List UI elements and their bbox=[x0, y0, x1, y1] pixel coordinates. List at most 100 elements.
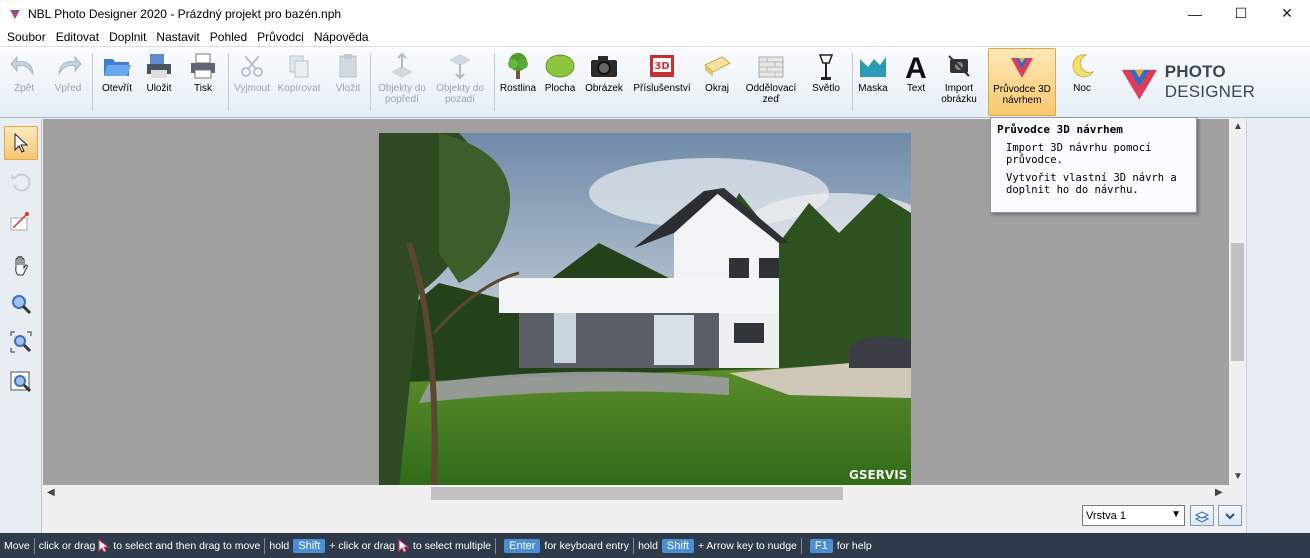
cursor-arrow-icon bbox=[14, 132, 29, 153]
status-separator bbox=[33, 537, 35, 554]
edge-button[interactable]: Okraj bbox=[700, 50, 734, 94]
light-button[interactable]: Světlo bbox=[806, 50, 846, 94]
brick-wall-icon bbox=[755, 50, 787, 82]
pan-tool[interactable] bbox=[4, 249, 38, 283]
partition-wall-button[interactable]: Oddělovací zeď bbox=[744, 50, 798, 105]
rotate-tool[interactable] bbox=[4, 165, 38, 199]
selection-cursor-icon bbox=[98, 538, 110, 553]
cut-button[interactable]: Vyjmout bbox=[232, 50, 272, 94]
3d-wizard-button[interactable]: Průvodce 3D návrhem bbox=[988, 48, 1056, 116]
import-crossed-icon bbox=[943, 50, 975, 82]
text-a-icon: A bbox=[900, 50, 932, 82]
menu-editovat[interactable]: Editovat bbox=[51, 30, 104, 44]
minimize-button[interactable]: — bbox=[1172, 0, 1218, 27]
shift-key-badge: Shift bbox=[293, 538, 326, 553]
wizard-tooltip: Průvodce 3D návrhem Import 3D návrhu pom… bbox=[990, 117, 1197, 213]
edge-block-icon bbox=[701, 50, 733, 82]
back-button[interactable]: Zpět bbox=[6, 50, 42, 94]
copy-icon bbox=[283, 50, 315, 82]
scroll-left-icon[interactable]: ◀ bbox=[47, 487, 55, 498]
chevron-down-icon bbox=[1225, 512, 1235, 519]
enter-key-badge: Enter bbox=[504, 538, 541, 553]
mask-icon bbox=[857, 50, 889, 82]
print-button[interactable]: Tisk bbox=[186, 50, 220, 94]
bring-to-front-button[interactable]: Objekty do popředí bbox=[374, 50, 430, 105]
tree-icon bbox=[502, 50, 534, 82]
tooltip-title: Průvodce 3D návrhem bbox=[997, 123, 1123, 136]
plant-button[interactable]: Rostlina bbox=[498, 50, 538, 94]
menu-napoveda[interactable]: Nápověda bbox=[309, 30, 374, 44]
scroll-down-icon[interactable]: ▼ bbox=[1233, 471, 1243, 482]
brand-logo: PHOTO DESIGNER bbox=[1118, 61, 1310, 103]
save-printer-icon bbox=[143, 50, 175, 82]
printer-icon bbox=[187, 50, 219, 82]
accessories-button[interactable]: 3D Příslušenství bbox=[632, 50, 692, 94]
send-to-back-button[interactable]: Objekty do pozadí bbox=[432, 50, 488, 105]
measure-tool[interactable] bbox=[4, 203, 38, 237]
layers-icon bbox=[1194, 510, 1210, 523]
status-mode: Move bbox=[4, 539, 30, 552]
status-bar: Move click or drag to select and then dr… bbox=[0, 533, 1310, 558]
vertical-scroll-thumb[interactable] bbox=[1231, 243, 1244, 361]
lamp-icon bbox=[810, 50, 842, 82]
night-button[interactable]: Noc bbox=[1064, 50, 1100, 94]
svg-text:3D: 3D bbox=[654, 61, 669, 72]
layers-manager-button[interactable] bbox=[1190, 505, 1214, 526]
import-image-button[interactable]: Import obrázku bbox=[938, 50, 980, 105]
f1-key-badge: F1 bbox=[809, 538, 833, 553]
shift-key-badge-2: Shift bbox=[661, 538, 694, 553]
open-button[interactable]: Otevřít bbox=[96, 50, 138, 94]
maximize-button[interactable]: ☐ bbox=[1218, 0, 1264, 27]
forward-button[interactable]: Vpřed bbox=[50, 50, 86, 94]
menu-bar: Soubor Editovat Doplnit Nastavit Pohled … bbox=[0, 27, 1310, 46]
toolbar-separator bbox=[370, 53, 371, 111]
text-button[interactable]: A Text bbox=[898, 50, 934, 94]
paste-button[interactable]: Vložit bbox=[330, 50, 366, 94]
status-separator bbox=[264, 537, 266, 554]
scroll-right-icon[interactable]: ▶ bbox=[1215, 487, 1223, 498]
bring-front-icon bbox=[386, 50, 418, 82]
horizontal-scrollbar[interactable]: ◀ ▶ bbox=[43, 485, 1229, 502]
vertical-scrollbar[interactable]: ▲ ▼ bbox=[1229, 119, 1246, 485]
image-button[interactable]: Obrázek bbox=[584, 50, 624, 94]
menu-pohled[interactable]: Pohled bbox=[205, 30, 252, 44]
undo-arrow-icon bbox=[8, 50, 40, 82]
mask-button[interactable]: Maska bbox=[854, 50, 892, 94]
copy-button[interactable]: Kopírovat bbox=[276, 50, 322, 94]
save-button[interactable]: Uložit bbox=[142, 50, 176, 94]
layer-select[interactable]: Vrstva 1 ▼ bbox=[1082, 505, 1185, 526]
zoom-fit-tool[interactable] bbox=[4, 325, 38, 359]
menu-nastavit[interactable]: Nastavit bbox=[151, 30, 204, 44]
app-logo-icon bbox=[10, 9, 20, 19]
horizontal-scroll-thumb[interactable] bbox=[431, 487, 843, 500]
scroll-up-icon[interactable]: ▲ bbox=[1233, 121, 1243, 132]
svg-text:A: A bbox=[905, 52, 927, 81]
layer-dropdown-button[interactable] bbox=[1218, 505, 1242, 526]
send-back-icon bbox=[444, 50, 476, 82]
brand-text: PHOTO DESIGNER bbox=[1164, 62, 1256, 101]
zoom-window-tool[interactable] bbox=[4, 365, 38, 399]
house-photo-image: GSERVIS bbox=[379, 133, 911, 485]
close-button[interactable]: ✕ bbox=[1264, 0, 1310, 27]
rotate-icon bbox=[11, 173, 31, 192]
zoom-in-tool[interactable] bbox=[4, 287, 38, 321]
tooltip-line-2: Vytvořit vlastní 3D návrh a doplnit ho d… bbox=[1006, 172, 1177, 196]
menu-doplnit[interactable]: Doplnit bbox=[104, 30, 151, 44]
window-title: NBL Photo Designer 2020 - Prázdný projek… bbox=[28, 6, 342, 21]
tool-palette bbox=[0, 119, 42, 533]
toolbar-separator bbox=[92, 53, 93, 111]
toolbar-separator bbox=[852, 53, 853, 111]
menu-soubor[interactable]: Soubor bbox=[2, 30, 51, 44]
menu-pruvodci[interactable]: Průvodci bbox=[252, 30, 309, 44]
zoom-window-icon bbox=[10, 371, 32, 393]
right-side-panel bbox=[1246, 119, 1310, 533]
project-photo[interactable]: GSERVIS bbox=[379, 133, 911, 485]
hand-icon bbox=[15, 256, 28, 276]
photo-watermark: GSERVIS bbox=[849, 468, 907, 482]
title-bar: NBL Photo Designer 2020 - Prázdný projek… bbox=[0, 0, 1310, 27]
select-tool[interactable] bbox=[4, 126, 38, 160]
area-button[interactable]: Plocha bbox=[542, 50, 578, 94]
folder-open-icon bbox=[101, 50, 133, 82]
layer-select-value: Vrstva 1 bbox=[1086, 509, 1126, 522]
chevron-down-icon: ▼ bbox=[1171, 509, 1181, 520]
